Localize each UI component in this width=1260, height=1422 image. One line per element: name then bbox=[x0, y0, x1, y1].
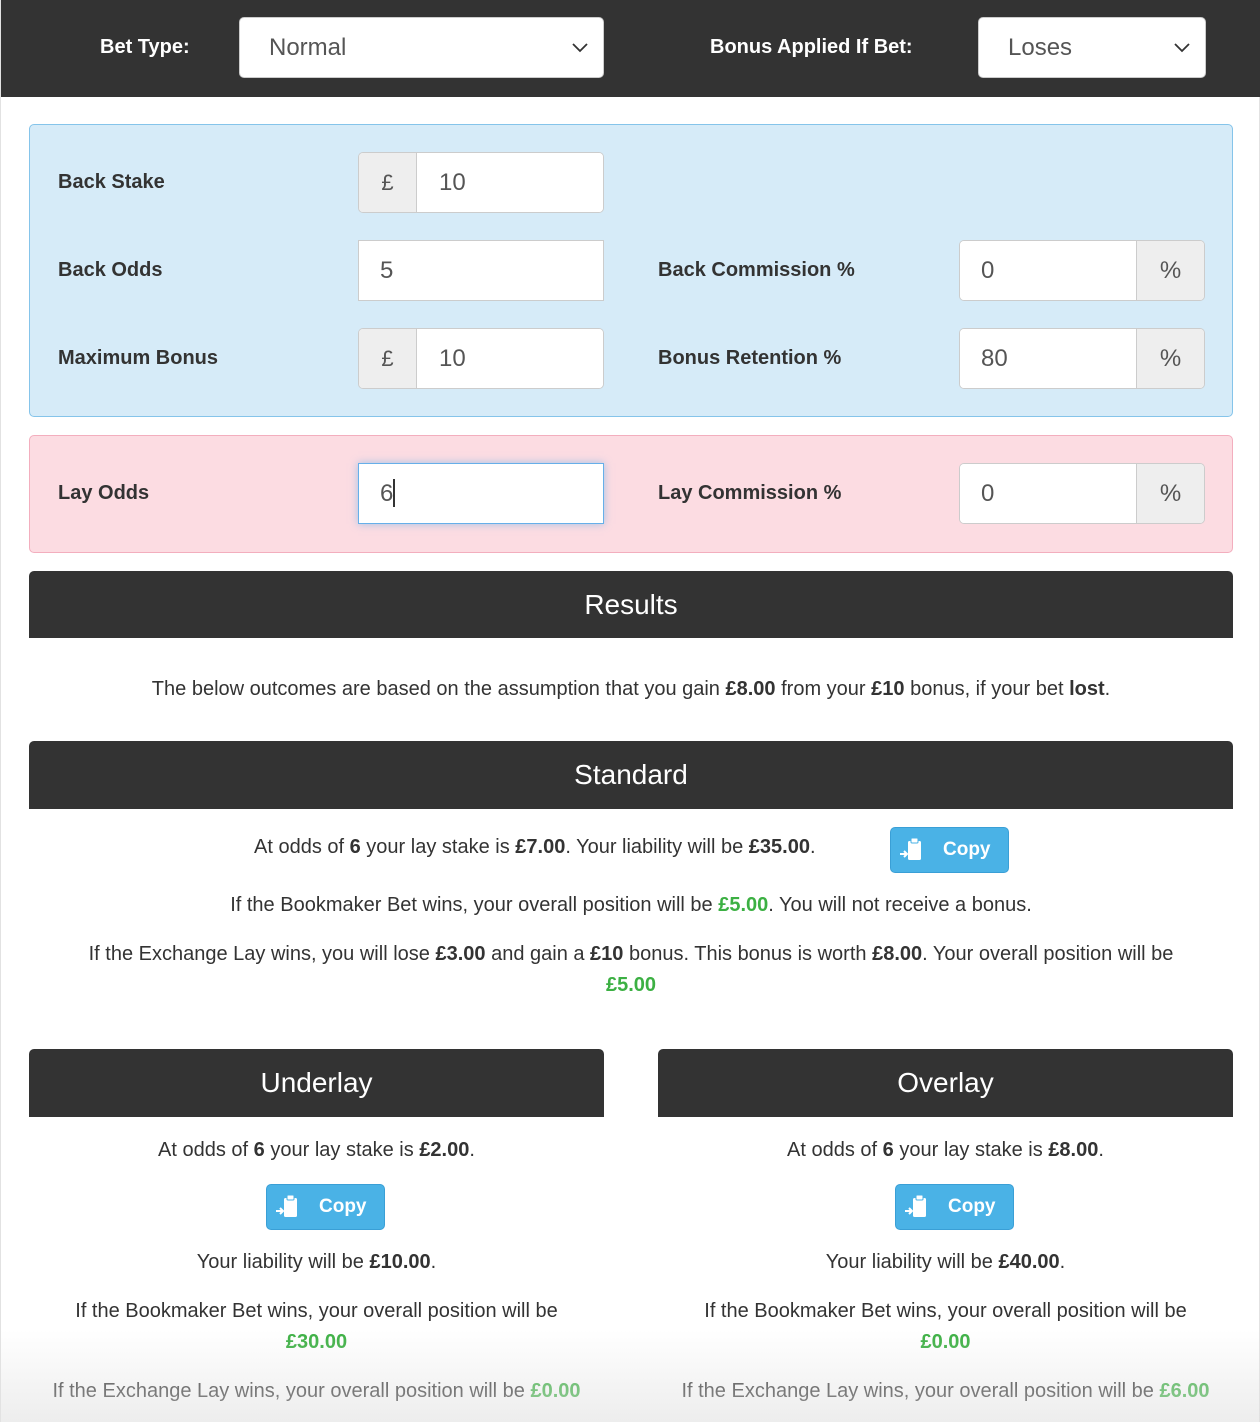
back-commission-label: Back Commission % bbox=[658, 259, 855, 281]
maximum-bonus-input-group: £ 10 bbox=[358, 328, 604, 389]
back-commission-input-group: 0 % bbox=[959, 240, 1205, 301]
maximum-bonus-label: Maximum Bonus bbox=[58, 347, 219, 369]
pound-addon: £ bbox=[359, 153, 417, 212]
standard-bookmaker-position: £5.00 bbox=[718, 894, 769, 916]
lay-odds-input[interactable]: 6 bbox=[358, 463, 604, 524]
bet-type-label: Bet Type: bbox=[100, 36, 190, 58]
overlay-copy-button[interactable]: Copy bbox=[895, 1184, 1014, 1230]
underlay-copy-button[interactable]: Copy bbox=[266, 1184, 385, 1230]
underlay-liability: £10.00 bbox=[369, 1251, 431, 1273]
chevron-down-icon bbox=[572, 43, 588, 53]
percent-addon: % bbox=[1136, 329, 1204, 388]
overlay-liability-line: Your liability will be £40.00. bbox=[825, 1251, 1066, 1273]
underlay-stake-line: At odds of 6 your lay stake is £2.00. bbox=[158, 1139, 475, 1161]
copy-label: Copy bbox=[943, 839, 991, 860]
underlay-bookmaker-line: If the Bookmaker Bet wins, your overall … bbox=[75, 1300, 558, 1353]
standard-lay-stake: £7.00 bbox=[515, 836, 566, 858]
percent-addon: % bbox=[1136, 241, 1204, 300]
clipboard-icon bbox=[276, 1194, 297, 1217]
underlay-liability-line: Your liability will be £10.00. bbox=[196, 1251, 437, 1273]
lay-odds-label: Lay Odds bbox=[58, 482, 150, 504]
standard-bookmaker-line: If the Bookmaker Bet wins, your overall … bbox=[230, 894, 1032, 916]
results-header: Results bbox=[29, 571, 1233, 638]
chevron-down-icon bbox=[1174, 43, 1190, 53]
standard-stake-line: At odds of 6 your lay stake is £7.00. Yo… bbox=[254, 836, 816, 858]
copy-label: Copy bbox=[319, 1196, 367, 1217]
lay-commission-input[interactable]: 0 bbox=[960, 464, 1136, 523]
back-odds-input[interactable]: 5 bbox=[358, 240, 604, 301]
percent-addon: % bbox=[1136, 464, 1204, 523]
lay-commission-label: Lay Commission % bbox=[658, 482, 842, 504]
top-bar: Bet Type: Normal Bonus Applied If Bet: L… bbox=[1, 0, 1260, 97]
underlay-exchange-line: If the Exchange Lay wins, your overall p… bbox=[52, 1380, 581, 1402]
bet-type-select[interactable]: Normal bbox=[239, 17, 604, 78]
standard-liability: £35.00 bbox=[748, 836, 810, 858]
bonus-retention-input-group: 80 % bbox=[959, 328, 1205, 389]
underlay-header: Underlay bbox=[29, 1049, 604, 1117]
bonus-retention-input[interactable]: 80 bbox=[960, 329, 1136, 388]
standard-header: Standard bbox=[29, 741, 1233, 809]
clipboard-icon bbox=[900, 837, 921, 860]
underlay-exchange-position: £0.00 bbox=[530, 1380, 581, 1402]
back-commission-input[interactable]: 0 bbox=[960, 241, 1136, 300]
bonus-retention-label: Bonus Retention % bbox=[658, 347, 842, 369]
standard-exchange-position: £5.00 bbox=[605, 974, 657, 996]
back-stake-input[interactable]: 10 bbox=[417, 153, 603, 212]
bonus-amount: £10 bbox=[871, 678, 905, 700]
back-stake-label: Back Stake bbox=[58, 171, 165, 193]
clipboard-icon bbox=[905, 1194, 926, 1217]
bonus-applied-label: Bonus Applied If Bet: bbox=[710, 36, 913, 58]
bet-outcome: lost bbox=[1069, 678, 1105, 700]
lay-odds-value: 6 bbox=[380, 480, 394, 507]
overlay-bookmaker-line: If the Bookmaker Bet wins, your overall … bbox=[704, 1300, 1187, 1353]
bonus-gain-value: £8.00 bbox=[725, 678, 776, 700]
overlay-lay-stake: £8.00 bbox=[1048, 1139, 1099, 1161]
back-odds-label: Back Odds bbox=[58, 259, 163, 281]
overlay-header: Overlay bbox=[658, 1049, 1233, 1117]
bet-type-value: Normal bbox=[269, 34, 347, 61]
bonus-applied-select[interactable]: Loses bbox=[978, 17, 1206, 78]
back-stake-input-group: £ 10 bbox=[358, 152, 604, 213]
standard-exchange-line: If the Exchange Lay wins, you will lose … bbox=[88, 943, 1174, 996]
text-cursor bbox=[393, 478, 396, 507]
maximum-bonus-input[interactable]: 10 bbox=[417, 329, 603, 388]
bonus-applied-value: Loses bbox=[1008, 34, 1073, 61]
overlay-bookmaker-position: £0.00 bbox=[920, 1331, 971, 1353]
underlay-bookmaker-position: £30.00 bbox=[285, 1331, 348, 1353]
pound-addon: £ bbox=[359, 329, 417, 388]
overlay-liability: £40.00 bbox=[998, 1251, 1060, 1273]
standard-copy-button[interactable]: Copy bbox=[890, 827, 1009, 873]
overlay-exchange-line: If the Exchange Lay wins, your overall p… bbox=[681, 1380, 1210, 1402]
results-assumption: The below outcomes are based on the assu… bbox=[151, 678, 1111, 700]
underlay-lay-stake: £2.00 bbox=[419, 1139, 470, 1161]
copy-label: Copy bbox=[948, 1196, 996, 1217]
lay-commission-input-group: 0 % bbox=[959, 463, 1205, 524]
overlay-exchange-position: £6.00 bbox=[1159, 1380, 1210, 1402]
overlay-stake-line: At odds of 6 your lay stake is £8.00. bbox=[787, 1139, 1104, 1161]
